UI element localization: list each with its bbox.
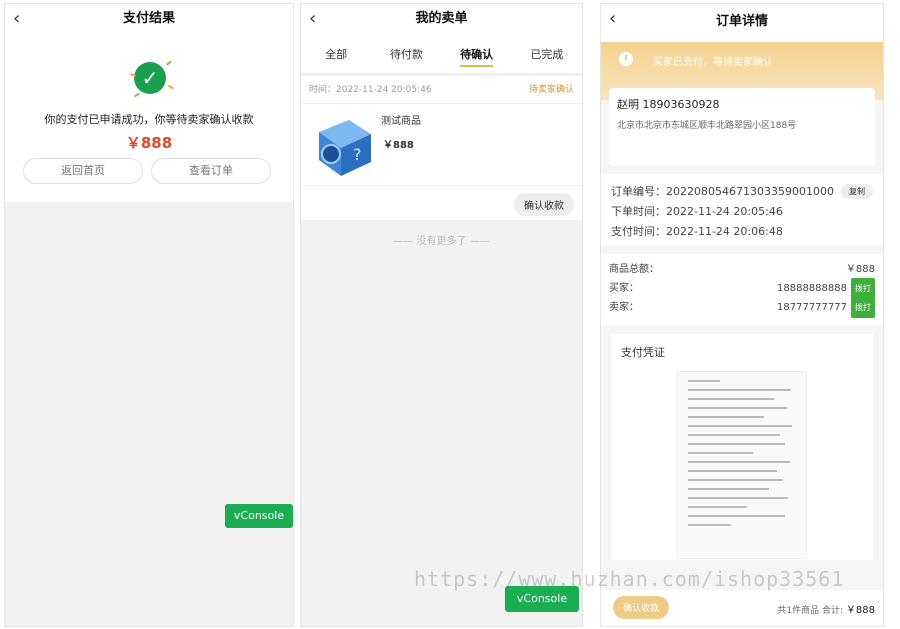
result-card: ✓ 你的支付已申请成功，你等待卖家确认收款 ￥888 返回首页 查看订单	[5, 38, 293, 202]
voucher-image[interactable]	[677, 371, 807, 559]
result-message: 你的支付已申请成功，你等待卖家确认收款	[44, 113, 254, 126]
copy-button[interactable]: 复制	[841, 184, 873, 199]
confirm-receipt-button[interactable]: 确认收款	[613, 596, 670, 619]
tab-pending-payment[interactable]: 待付款	[371, 38, 441, 73]
order-card[interactable]: 时间：2022-11-24 20:05:46 待卖家确认 ? 测试商品 ￥888…	[301, 76, 582, 220]
seller-phone: 18777777777	[777, 302, 847, 313]
receiver-name-phone: 赵明 18903630928	[617, 98, 720, 111]
svg-text:?: ?	[353, 145, 362, 164]
amount-card: 商品总额： ￥888 买家： 18888888888 拨打 卖家： 187777…	[601, 254, 883, 326]
order-status: 待卖家确认	[528, 85, 574, 95]
order-time: 下单时间：2022-11-24 20:05:46	[611, 205, 783, 218]
order-info-card: 订单编号：2022080546713033590010​00 下单时间：2022…	[601, 174, 883, 246]
no-more-text: —— 没有更多了 ——	[393, 236, 490, 247]
product-row[interactable]: ? 测试商品 ￥888	[301, 104, 582, 186]
back-icon[interactable]: ‹	[609, 8, 616, 29]
order-number: 订单编号：2022080546713033590010​00	[611, 185, 834, 198]
page-title: 我的卖单	[415, 11, 468, 26]
total-label: 共1件商品 合计:	[777, 606, 844, 616]
receiver-address: 北京市北京市东城区顺丰北路翠园小区188号	[617, 121, 797, 131]
tab-completed[interactable]: 已完成	[512, 38, 582, 73]
back-icon[interactable]: ‹	[13, 8, 20, 29]
goods-total: ￥888	[845, 264, 875, 275]
buyer-label: 买家：	[609, 283, 639, 294]
product-image: ?	[319, 120, 371, 176]
header: ‹ 订单详情	[601, 4, 883, 42]
bottom-bar: 确认收款 共1件商品 合计: ￥888	[601, 590, 883, 626]
payment-voucher-card: 支付凭证	[611, 334, 873, 560]
voucher-title: 支付凭证	[621, 346, 665, 359]
my-sell-orders-screen: ‹ 我的卖单 全部 待付款 待确认 已完成 时间：2022-11-24 20:0…	[300, 3, 583, 627]
seller-label: 卖家：	[609, 302, 639, 313]
address-card: 赵明 18903630928 北京市北京市东城区顺丰北路翠园小区188号	[609, 88, 875, 166]
total-amount: ￥888	[845, 605, 875, 616]
header: ‹ 支付结果	[5, 4, 293, 38]
buyer-phone: 18888888888	[777, 283, 847, 294]
pay-time: 支付时间：2022-11-24 20:06:48	[611, 225, 783, 238]
goods-total-label: 商品总额：	[609, 264, 659, 275]
paid-amount: ￥888	[125, 134, 173, 152]
order-tabs: 全部 待付款 待确认 已完成	[301, 38, 582, 74]
back-icon[interactable]: ‹	[309, 8, 316, 29]
clock-icon	[619, 52, 633, 66]
tab-pending-confirm[interactable]: 待确认	[442, 38, 512, 73]
product-name: 测试商品	[381, 116, 421, 127]
product-price: ￥888	[383, 140, 414, 151]
status-text: 买家已支付，等待卖家确认	[653, 57, 773, 68]
payment-result-screen: ‹ 支付结果 ✓ 你的支付已申请成功，你等待卖家确认收款 ￥888 返回首页 查…	[4, 3, 294, 627]
header: ‹ 我的卖单	[301, 4, 582, 38]
order-detail-screen: ‹ 订单详情 买家已支付，等待卖家确认 赵明 18903630928 北京市北京…	[600, 3, 884, 627]
vconsole-button[interactable]: vConsole	[225, 504, 293, 528]
call-buyer-button[interactable]: 拨打	[851, 278, 875, 299]
order-time: 时间：2022-11-24 20:05:46	[309, 85, 432, 95]
success-icon: ✓	[128, 56, 175, 100]
watermark-text: https://www.huzhan.com/ishop33561	[414, 567, 845, 591]
view-order-button[interactable]: 查看订单	[151, 158, 271, 184]
page-title: 支付结果	[122, 11, 175, 26]
page-title: 订单详情	[715, 14, 768, 29]
confirm-receipt-button[interactable]: 确认收款	[514, 193, 574, 216]
tab-all[interactable]: 全部	[301, 38, 371, 73]
back-home-button[interactable]: 返回首页	[23, 158, 143, 184]
call-seller-button[interactable]: 拨打	[851, 297, 875, 318]
